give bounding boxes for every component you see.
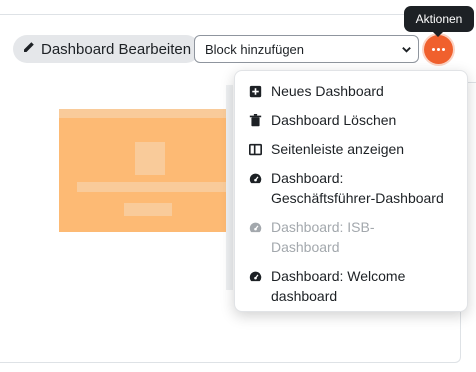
menu-item-label-line1: Dashboard: [271,170,344,186]
menu-item-label: Dashboard: ISB- Dashboard [271,217,375,257]
actions-button[interactable] [424,35,453,64]
menu-item-label-line2: Geschäftsführer-Dashboard [271,190,444,206]
top-divider [0,14,462,15]
actions-menu: Neues Dashboard Dashboard Löschen Seiten… [234,70,468,312]
trash-icon [249,110,263,130]
menu-item-label-line1: Dashboard: ISB- [271,219,375,235]
menu-item-label: Seitenleiste anzeigen [271,141,405,157]
menu-item-label-line1: Dashboard: Welcome [271,268,406,284]
more-dots-icon [432,48,445,51]
menu-item-label: Dashboard Löschen [271,112,397,128]
dashboard-block-placeholder [59,109,229,232]
menu-item-new-dashboard[interactable]: Neues Dashboard [249,81,463,101]
sidebar-icon [249,139,263,159]
plus-square-icon [249,81,263,101]
add-block-select-value: Block hinzufügen [205,41,305,57]
menu-item-label-line2: dashboard [271,288,338,304]
menu-item-dashboard-gf[interactable]: Dashboard: Geschäftsführer-Dashboard [249,168,463,208]
add-block-select[interactable]: Block hinzufügen [194,35,419,63]
menu-item-label: Dashboard: Welcome dashboard [271,266,405,306]
chevron-down-icon [402,47,411,53]
menu-item-label: Neues Dashboard [271,83,384,99]
menu-item-label: Dashboard: Geschäftsführer-Dashboard [271,168,444,208]
edit-dashboard-label: Dashboard Bearbeiten [41,40,192,58]
gauge-icon [249,217,263,237]
menu-item-dashboard-isb: Dashboard: ISB- Dashboard [249,217,463,257]
pencil-icon [22,41,35,58]
block-scrollbar[interactable] [226,85,233,290]
actions-tooltip-text: Aktionen [415,12,463,26]
actions-tooltip: Aktionen [404,6,474,37]
menu-item-label-line2: Dashboard [271,239,340,255]
edit-dashboard-button[interactable]: Dashboard Bearbeiten [13,35,201,63]
menu-item-delete-dashboard[interactable]: Dashboard Löschen [249,110,463,130]
menu-item-dashboard-welcome[interactable]: Dashboard: Welcome dashboard [249,266,463,306]
gauge-icon [249,168,263,188]
gauge-icon [249,266,263,286]
menu-item-show-sidebar[interactable]: Seitenleiste anzeigen [249,139,463,159]
